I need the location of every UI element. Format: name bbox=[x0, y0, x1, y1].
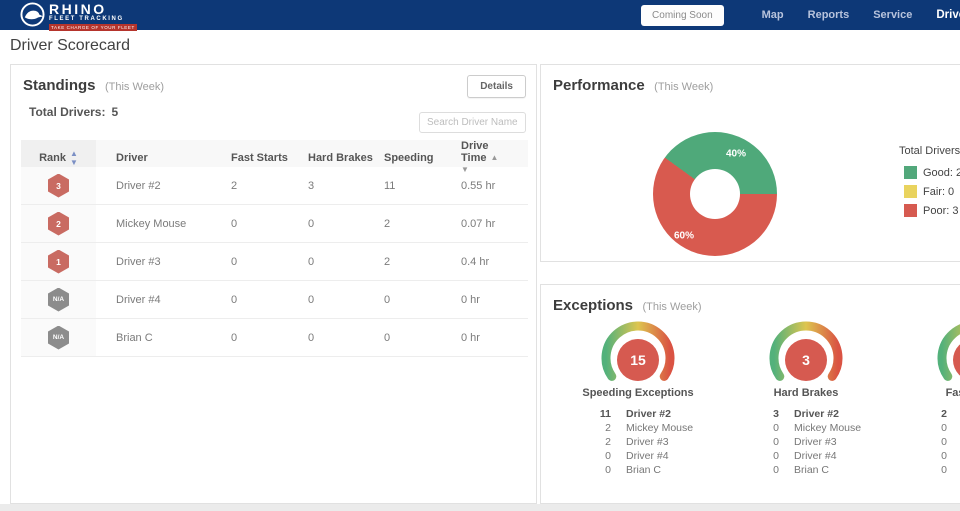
drive-time-value: 0 hr bbox=[451, 294, 528, 306]
hard-brakes-gauge-chart: 3 bbox=[761, 319, 851, 383]
rank-badge: N/A bbox=[48, 326, 69, 350]
drive-time-value: 0 hr bbox=[451, 332, 528, 344]
speeding-exceptions-card: 15 Speeding Exceptions 11Driver #2 2Mick… bbox=[554, 319, 722, 476]
drive-time-value: 0.07 hr bbox=[451, 218, 528, 230]
standings-period: (This Week) bbox=[105, 81, 164, 93]
hard-brakes-value: 0 bbox=[298, 294, 374, 306]
fast-starts-gauge-chart bbox=[929, 319, 960, 383]
standings-title: Standings bbox=[23, 77, 96, 94]
rank-badge: 2 bbox=[48, 212, 69, 236]
fast-starts-value: 0 bbox=[221, 218, 298, 230]
speeding-value: 2 bbox=[374, 218, 451, 230]
table-header-row: Rank▲▼ Driver Fast Starts Hard Brakes Sp… bbox=[21, 140, 528, 167]
performance-donut-chart: 40% 60% bbox=[653, 132, 777, 256]
speeding-value: 0 bbox=[374, 332, 451, 344]
speeding-value: 0 bbox=[374, 294, 451, 306]
page-title: Driver Scorecard bbox=[10, 37, 130, 55]
legend-item-good: Good: 2 bbox=[904, 166, 960, 179]
exceptions-panel: Exceptions (This Week) 15 Speeding Excep… bbox=[540, 284, 960, 504]
rhino-emblem-icon bbox=[20, 2, 45, 27]
logo-sub-text: FLEET TRACKING bbox=[49, 16, 137, 23]
hard-brakes-gauge-value: 3 bbox=[785, 339, 827, 381]
table-row[interactable]: 1 Driver #3 0 0 2 0.4 hr bbox=[21, 243, 528, 281]
driver-name: Driver #3 bbox=[96, 256, 221, 268]
table-row[interactable]: N/A Brian C 0 0 0 0 hr bbox=[21, 319, 528, 357]
page-background-strip bbox=[0, 504, 960, 511]
column-header-hard-brakes: Hard Brakes bbox=[298, 152, 374, 164]
donut-poor-pct-label: 60% bbox=[674, 231, 694, 242]
logo-brand-text: RHINO bbox=[49, 2, 137, 16]
gauge-row: 15 Speeding Exceptions 11Driver #2 2Mick… bbox=[554, 319, 960, 476]
hard-brakes-value: 0 bbox=[298, 256, 374, 268]
total-drivers-value: 5 bbox=[111, 105, 118, 119]
driver-name: Driver #4 bbox=[96, 294, 221, 306]
speeding-gauge-value: 15 bbox=[617, 339, 659, 381]
fast-starts-value: 0 bbox=[221, 256, 298, 268]
nav-link-map[interactable]: Map bbox=[762, 9, 784, 21]
nav-links: Coming Soon Map Reports Service Drivers bbox=[641, 0, 960, 30]
column-header-drive-time[interactable]: Drive Time▲▼ bbox=[451, 140, 528, 176]
performance-title: Performance bbox=[553, 77, 645, 94]
poor-swatch-icon bbox=[904, 204, 917, 217]
fast-starts-value: 0 bbox=[221, 332, 298, 344]
drive-time-value: 0.4 hr bbox=[451, 256, 528, 268]
top-navbar: RHINO FLEET TRACKING TAKE CHARGE OF YOUR… bbox=[0, 0, 960, 30]
column-header-driver: Driver bbox=[96, 152, 221, 164]
driver-name: Brian C bbox=[96, 332, 221, 344]
fast-starts-gauge-label: Fast Starts bbox=[890, 387, 960, 399]
good-swatch-icon bbox=[904, 166, 917, 179]
drive-time-value: 0.55 hr bbox=[451, 180, 528, 192]
fair-swatch-icon bbox=[904, 185, 917, 198]
logo-tagline-text: TAKE CHARGE OF YOUR FLEET bbox=[49, 24, 137, 31]
legend-item-poor: Poor: 3 bbox=[904, 204, 960, 217]
details-button[interactable]: Details bbox=[467, 75, 526, 98]
speeding-gauge-chart: 15 bbox=[593, 319, 683, 383]
driver-name: Mickey Mouse bbox=[96, 218, 221, 230]
hard-brakes-value: 0 bbox=[298, 332, 374, 344]
exceptions-title: Exceptions bbox=[553, 297, 633, 314]
rank-badge: N/A bbox=[48, 288, 69, 312]
performance-panel: Performance (This Week) 40% 60% Total Dr… bbox=[540, 64, 960, 262]
hard-brakes-card: 3 Hard Brakes 3Driver #2 0Mickey Mouse 0… bbox=[722, 319, 890, 476]
table-row[interactable]: N/A Driver #4 0 0 0 0 hr bbox=[21, 281, 528, 319]
legend-item-fair: Fair: 0 bbox=[904, 185, 960, 198]
column-header-fast-starts: Fast Starts bbox=[221, 152, 298, 164]
speeding-value: 2 bbox=[374, 256, 451, 268]
hard-brakes-value: 3 bbox=[298, 180, 374, 192]
total-drivers-label: Total Drivers: bbox=[29, 105, 105, 119]
rank-badge: 3 bbox=[48, 174, 69, 198]
performance-period: (This Week) bbox=[654, 81, 713, 93]
rank-badge: 1 bbox=[48, 250, 69, 274]
coming-soon-button[interactable]: Coming Soon bbox=[641, 5, 724, 26]
nav-link-service[interactable]: Service bbox=[873, 9, 912, 21]
donut-hole bbox=[690, 169, 740, 219]
standings-panel: Standings (This Week) Details Total Driv… bbox=[10, 64, 537, 504]
fast-starts-card: Fast Starts 2 0 0 0 0 bbox=[890, 319, 960, 476]
fast-starts-driver-list: 2 0 0 0 0 bbox=[890, 408, 960, 476]
legend-total-drivers: Total Drivers: 5 bbox=[899, 145, 960, 157]
speeding-driver-list: 11Driver #2 2Mickey Mouse 2Driver #3 0Dr… bbox=[554, 408, 722, 476]
driver-search-input[interactable] bbox=[419, 112, 526, 133]
fast-starts-value: 2 bbox=[221, 180, 298, 192]
nav-link-drivers[interactable]: Drivers bbox=[936, 9, 960, 21]
nav-link-reports[interactable]: Reports bbox=[808, 9, 850, 21]
rhino-logo[interactable]: RHINO FLEET TRACKING TAKE CHARGE OF YOUR… bbox=[20, 2, 137, 31]
donut-good-pct-label: 40% bbox=[726, 149, 746, 160]
hard-brakes-value: 0 bbox=[298, 218, 374, 230]
exceptions-period: (This Week) bbox=[642, 301, 701, 313]
table-row[interactable]: 2 Mickey Mouse 0 0 2 0.07 hr bbox=[21, 205, 528, 243]
fast-starts-value: 0 bbox=[221, 294, 298, 306]
sort-icon[interactable]: ▲▼ bbox=[70, 149, 78, 167]
hard-brakes-driver-list: 3Driver #2 0Mickey Mouse 0Driver #3 0Dri… bbox=[722, 408, 890, 476]
driver-name: Driver #2 bbox=[96, 180, 221, 192]
column-header-speeding: Speeding bbox=[374, 152, 451, 164]
speeding-gauge-label: Speeding Exceptions bbox=[554, 387, 722, 399]
hard-brakes-gauge-label: Hard Brakes bbox=[722, 387, 890, 399]
performance-legend: Total Drivers: 5 Good: 2 Fair: 0 Poor: 3 bbox=[899, 145, 960, 223]
standings-table: Rank▲▼ Driver Fast Starts Hard Brakes Sp… bbox=[21, 140, 528, 357]
speeding-value: 11 bbox=[374, 180, 451, 192]
